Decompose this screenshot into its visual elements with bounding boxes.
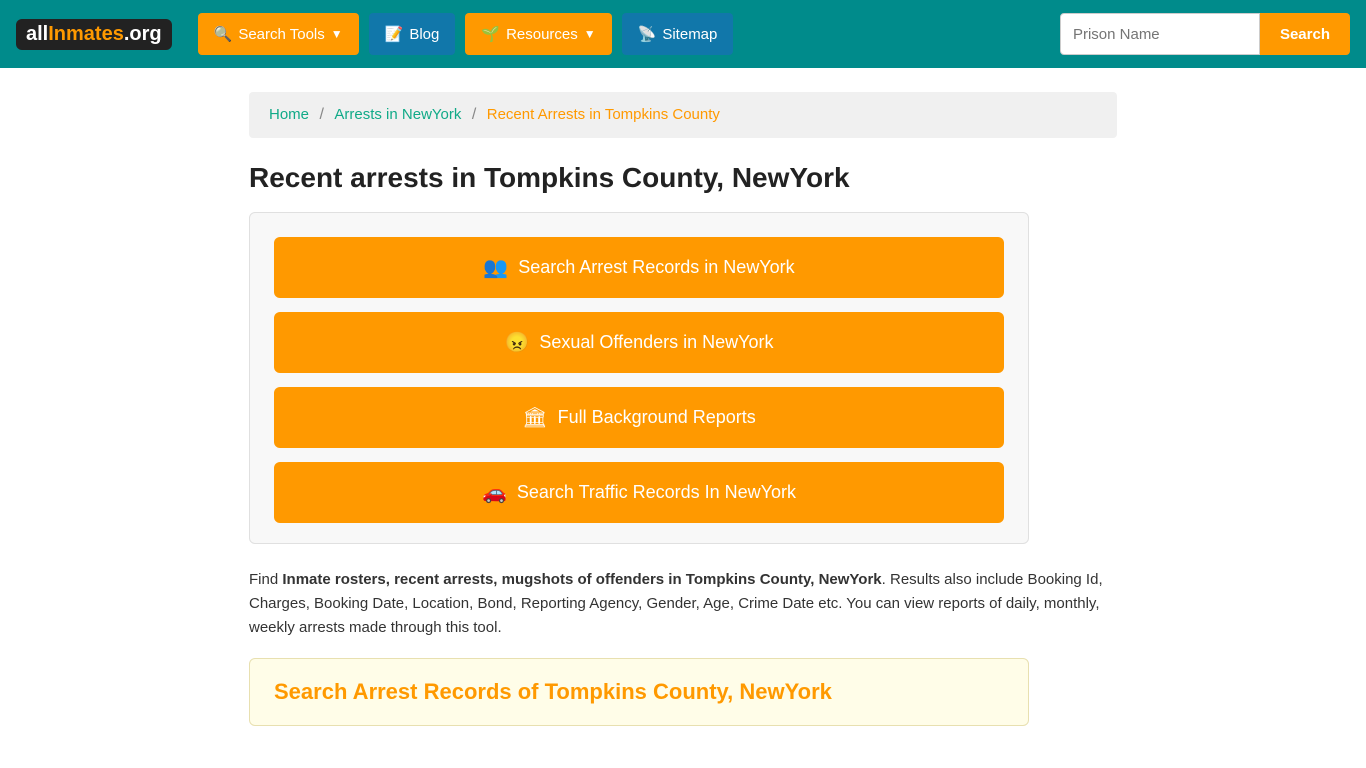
description-text: Find Inmate rosters, recent arrests, mug… (249, 568, 1117, 640)
logo-org: .org (124, 23, 162, 46)
header-search-button[interactable]: Search (1260, 13, 1350, 55)
nav-resources[interactable]: 🌱 Resources ▼ (465, 13, 611, 55)
sexual-offenders-button[interactable]: 😠 Sexual Offenders in NewYork (274, 312, 1004, 373)
chevron-down-icon-2: ▼ (584, 27, 596, 41)
sitemap-icon: 📡 (638, 25, 657, 43)
logo-inmates: Inmates (48, 23, 124, 46)
search-arrest-records-button[interactable]: 👥 Search Arrest Records in NewYork (274, 237, 1004, 298)
resources-icon: 🌱 (481, 25, 500, 43)
nav-resources-label: Resources (506, 26, 578, 43)
main-content: Home / Arrests in NewYork / Recent Arres… (233, 92, 1133, 766)
search-tools-icon: 🔍 (214, 25, 233, 43)
breadcrumb: Home / Arrests in NewYork / Recent Arres… (249, 92, 1117, 138)
nav-sitemap-label: Sitemap (662, 26, 717, 43)
search-records-box: Search Arrest Records of Tompkins County… (249, 658, 1029, 726)
search-records-title: Search Arrest Records of Tompkins County… (274, 679, 1004, 705)
logo-all: all (26, 23, 48, 46)
breadcrumb-sep-2: / (472, 106, 476, 123)
nav-blog-label: Blog (409, 26, 439, 43)
car-icon: 🚗 (482, 480, 507, 505)
page-title: Recent arrests in Tompkins County, NewYo… (249, 162, 1117, 194)
desc-bold: Inmate rosters, recent arrests, mugshots… (282, 571, 881, 588)
building-icon: 🏛 (522, 405, 547, 430)
nav-search-tools-label: Search Tools (238, 26, 324, 43)
nav-blog[interactable]: 📝 Blog (369, 13, 456, 55)
nav-sitemap[interactable]: 📡 Sitemap (622, 13, 734, 55)
chevron-down-icon: ▼ (331, 27, 343, 41)
action-card: 👥 Search Arrest Records in NewYork 😠 Sex… (249, 212, 1029, 544)
breadcrumb-arrests[interactable]: Arrests in NewYork (334, 106, 461, 123)
background-reports-button[interactable]: 🏛 Full Background Reports (274, 387, 1004, 448)
header-search: Search (1060, 13, 1350, 55)
desc-prefix: Find (249, 571, 282, 588)
traffic-records-label: Search Traffic Records In NewYork (517, 482, 796, 503)
main-header: allInmates.org 🔍 Search Tools ▼ 📝 Blog 🌱… (0, 0, 1366, 68)
blog-icon: 📝 (385, 25, 404, 43)
nav-search-tools[interactable]: 🔍 Search Tools ▼ (198, 13, 359, 55)
logo[interactable]: allInmates.org (16, 19, 172, 50)
search-arrest-records-label: Search Arrest Records in NewYork (518, 257, 794, 278)
people-icon: 👥 (483, 255, 508, 280)
breadcrumb-home[interactable]: Home (269, 106, 309, 123)
prison-name-input[interactable] (1060, 13, 1260, 55)
offender-icon: 😠 (504, 330, 529, 355)
breadcrumb-current: Recent Arrests in Tompkins County (487, 106, 720, 123)
background-reports-label: Full Background Reports (558, 407, 756, 428)
traffic-records-button[interactable]: 🚗 Search Traffic Records In NewYork (274, 462, 1004, 523)
sexual-offenders-label: Sexual Offenders in NewYork (539, 332, 773, 353)
breadcrumb-sep-1: / (319, 106, 323, 123)
